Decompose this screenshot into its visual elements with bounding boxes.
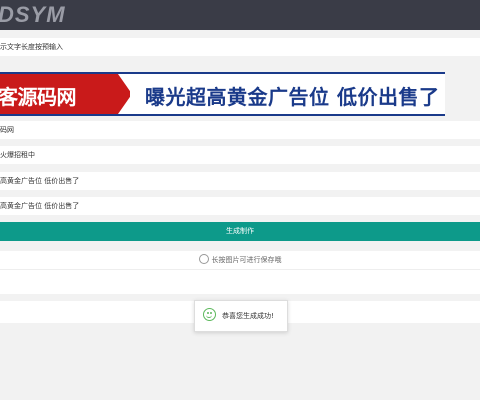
input-field-2-text: 码网 [0, 126, 14, 134]
save-hint: 长按图片可进行保存哦 [0, 251, 480, 269]
input-field-5[interactable]: 高黄金广告位 低价出售了 [0, 197, 480, 215]
generate-button[interactable]: 生成制作 [0, 222, 480, 241]
success-toast-text: 恭喜您生成成功! [222, 312, 274, 320]
input-field-1-text: 示文字长度按预输入 [0, 43, 63, 51]
banner-left-text: 客源码网 [0, 85, 77, 109]
input-field-3-text: 火爆招租中 [0, 151, 35, 159]
input-field-2[interactable]: 码网 [0, 121, 480, 139]
input-field-3[interactable]: 火爆招租中 [0, 146, 480, 164]
banner-image: 客源码网 曝光超高黄金广告位 低价出售了 [0, 72, 445, 116]
input-field-5-text: 高黄金广告位 低价出售了 [0, 202, 80, 210]
input-field-4-text: 高黄金广告位 低价出售了 [0, 177, 80, 185]
save-hint-text: 长按图片可进行保存哦 [211, 256, 282, 264]
success-toast: 恭喜您生成成功! [194, 300, 288, 332]
input-field-1[interactable]: 示文字长度按预输入 [0, 38, 480, 56]
result-area [0, 269, 480, 294]
site-logo: DSYM [0, 2, 66, 27]
smile-icon [198, 254, 209, 264]
smile-icon [203, 308, 216, 321]
banner-right-text: 曝光超高黄金广告位 低价出售了 [145, 85, 440, 109]
top-bar: DSYM [0, 0, 480, 30]
banner-left-block: 客源码网 [0, 74, 130, 114]
input-field-4[interactable]: 高黄金广告位 低价出售了 [0, 172, 480, 190]
